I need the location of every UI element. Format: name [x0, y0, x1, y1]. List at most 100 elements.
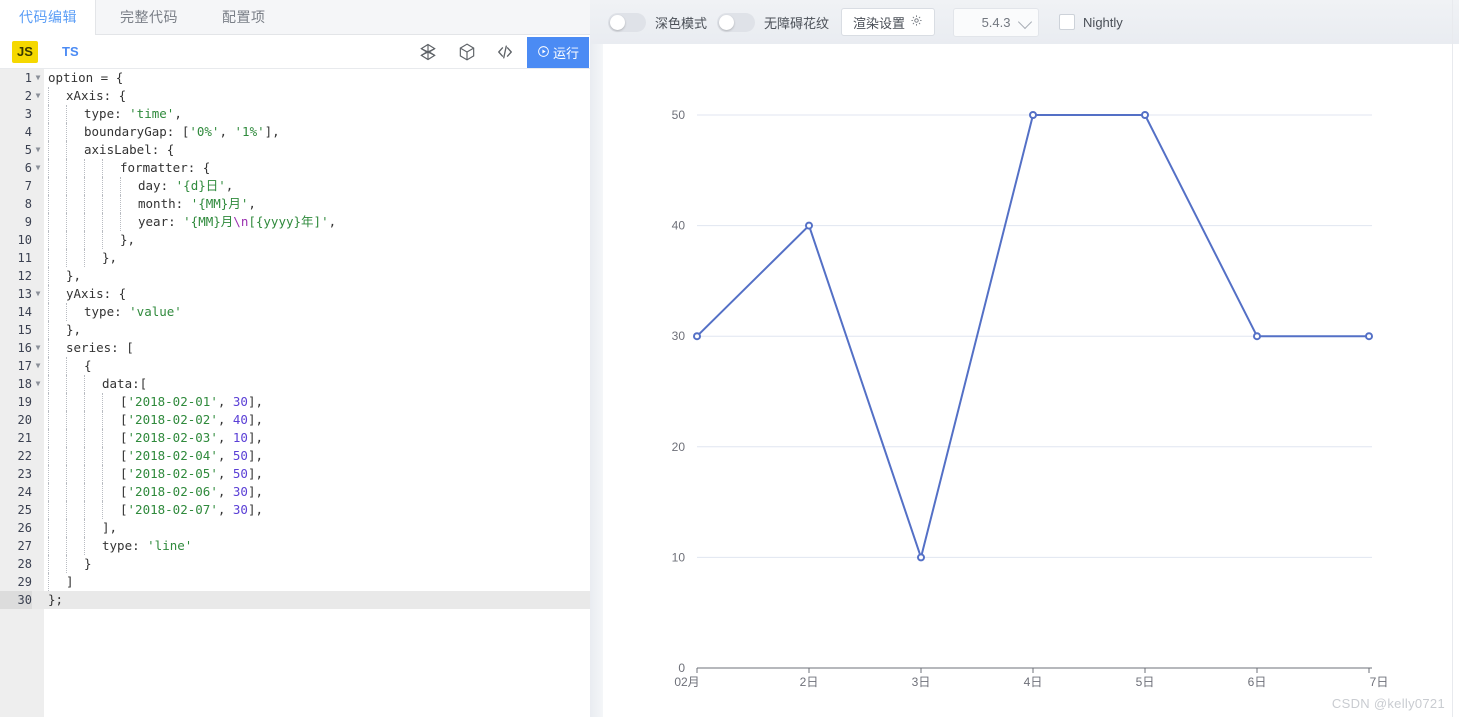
code-text: }; — [48, 592, 64, 607]
code-text: data:[ — [48, 375, 147, 393]
series-point[interactable] — [1141, 111, 1149, 119]
version-value: 5.4.3 — [981, 14, 1011, 30]
series-point[interactable] — [917, 553, 925, 562]
lang-ts-button[interactable]: TS — [62, 41, 79, 63]
code-text: type: 'time', — [48, 105, 182, 123]
tab-code-edit[interactable]: 代码编辑 — [0, 0, 96, 35]
code-line: 13 ▼ yAxis: { — [0, 285, 590, 303]
code-line: 12 }, — [0, 267, 590, 285]
nightly-checkbox[interactable] — [1059, 14, 1076, 30]
code-line: 22 ['2018-02-04', 50], — [0, 447, 590, 465]
series-point[interactable] — [1365, 332, 1373, 341]
code-text: ['2018-02-01', 30], — [48, 393, 263, 411]
code-brackets-icon[interactable] — [495, 42, 517, 64]
code-text: ['2018-02-06', 30], — [48, 483, 263, 501]
code-line: 25 ['2018-02-07', 30], — [0, 501, 590, 519]
series-point[interactable] — [1029, 111, 1037, 119]
code-text: }, — [48, 321, 81, 339]
y-axis-tick-label: 30 — [672, 329, 686, 343]
fold-arrow-icon[interactable]: ▼ — [34, 87, 42, 105]
code-line: 21 ['2018-02-03', 10], — [0, 429, 590, 447]
fold-arrow-icon[interactable]: ▼ — [34, 339, 42, 357]
code-area[interactable]: 1 ▼ option = {2 ▼ xAxis: {3 type: 'time', 4 … — [0, 69, 590, 717]
code-line: 10 }, — [0, 231, 590, 249]
line-number: 2 — [0, 87, 32, 105]
play-circle-icon — [537, 45, 550, 61]
code-text: yAxis: { — [48, 285, 126, 303]
tab-full-code[interactable]: 完整代码 — [102, 0, 196, 35]
fold-arrow-icon[interactable]: ▼ — [34, 159, 42, 177]
fold-arrow-icon[interactable]: ▼ — [34, 285, 42, 303]
code-text: ['2018-02-07', 30], — [48, 501, 263, 519]
panel-divider — [1452, 0, 1453, 717]
code-line: 4 boundaryGap: ['0%', '1%'], — [0, 123, 590, 141]
code-line: 19 ['2018-02-01', 30], — [0, 393, 590, 411]
run-button[interactable]: 运行 — [527, 37, 589, 68]
editor-toolbar: JS TS 运行 — [0, 35, 590, 69]
line-number: 24 — [0, 483, 32, 501]
cube-icon[interactable] — [457, 42, 479, 64]
line-number: 28 — [0, 555, 32, 573]
line-number: 13 — [0, 285, 32, 303]
code-text: year: '{MM}月\n[{yyyy}年]', — [48, 213, 336, 231]
code-line: 15 }, — [0, 321, 590, 339]
x-axis-tick-label: 3日 — [912, 675, 931, 689]
code-line: 7 day: '{d}日', — [0, 177, 590, 195]
nightly-checkbox-row[interactable]: Nightly — [1059, 14, 1123, 30]
code-text: option = { — [48, 70, 124, 85]
series-point[interactable] — [693, 332, 701, 341]
code-text: ['2018-02-04', 50], — [48, 447, 263, 465]
series-point[interactable] — [1253, 332, 1261, 341]
mesh-3d-icon[interactable] — [418, 42, 440, 64]
x-axis-tick-label: 5日 — [1136, 675, 1155, 689]
accessibility-toggle-knob — [719, 14, 735, 30]
accessibility-pattern-toggle[interactable] — [717, 12, 756, 32]
gear-icon — [910, 14, 923, 30]
code-line: 1 ▼ option = { — [0, 69, 590, 87]
fold-arrow-icon[interactable]: ▼ — [34, 375, 42, 393]
code-line: 9 year: '{MM}月\n[{yyyy}年]', — [0, 213, 590, 231]
tab-config-options[interactable]: 配置项 — [204, 0, 284, 35]
line-number: 20 — [0, 411, 32, 429]
code-lines: 1 ▼ option = {2 ▼ xAxis: {3 type: 'time', 4 … — [0, 69, 590, 609]
y-axis-tick-label: 10 — [672, 550, 686, 564]
x-axis-tick-label: 6日 — [1248, 675, 1267, 689]
code-text: axisLabel: { — [48, 141, 174, 159]
editor-tabbar: 代码编辑 完整代码 配置项 — [0, 0, 590, 35]
line-number: 5 — [0, 141, 32, 159]
dark-mode-toggle[interactable] — [608, 12, 646, 32]
nightly-label: Nightly — [1083, 14, 1123, 30]
code-line: 2 ▼ xAxis: { — [0, 87, 590, 105]
fold-arrow-icon[interactable]: ▼ — [34, 69, 42, 87]
code-text: boundaryGap: ['0%', '1%'], — [48, 123, 280, 141]
fold-arrow-icon[interactable]: ▼ — [34, 357, 42, 375]
preview-toolbar: 深色模式 无障碍花纹 渲染设置 5.4.3 Nightly — [590, 0, 1459, 44]
render-settings-label: 渲染设置 — [853, 15, 906, 31]
code-text: ['2018-02-05', 50], — [48, 465, 263, 483]
x-axis-tick-label: 4日 — [1024, 675, 1043, 689]
dark-mode-label: 深色模式 — [655, 15, 708, 31]
code-text: day: '{d}日', — [48, 177, 233, 195]
line-number: 16 — [0, 339, 32, 357]
render-settings-button[interactable]: 渲染设置 — [841, 8, 936, 36]
version-select[interactable]: 5.4.3 — [953, 7, 1040, 37]
watermark: CSDN @kelly0721 — [1331, 696, 1445, 711]
line-number: 27 — [0, 537, 32, 555]
code-line: 17 ▼ { — [0, 357, 590, 375]
line-number: 14 — [0, 303, 32, 321]
code-text: { — [48, 357, 92, 375]
line-number: 10 — [0, 231, 32, 249]
preview-panel: 深色模式 无障碍花纹 渲染设置 5.4.3 Nightly 0 10 20 30… — [590, 0, 1459, 717]
line-number: 15 — [0, 321, 32, 339]
code-line: 18 ▼ data:[ — [0, 375, 590, 393]
series-point[interactable] — [805, 221, 813, 230]
lang-js-button[interactable]: JS — [12, 41, 38, 63]
fold-arrow-icon[interactable]: ▼ — [34, 141, 42, 159]
code-line: 3 type: 'time', — [0, 105, 590, 123]
line-number: 4 — [0, 123, 32, 141]
x-axis-tick-label: 2日 — [800, 675, 819, 689]
code-line: 28 } — [0, 555, 590, 573]
x-axis-tick-label: 02月 — [674, 675, 699, 689]
panel-left-gutter — [590, 44, 603, 717]
code-text: month: '{MM}月', — [48, 195, 256, 213]
